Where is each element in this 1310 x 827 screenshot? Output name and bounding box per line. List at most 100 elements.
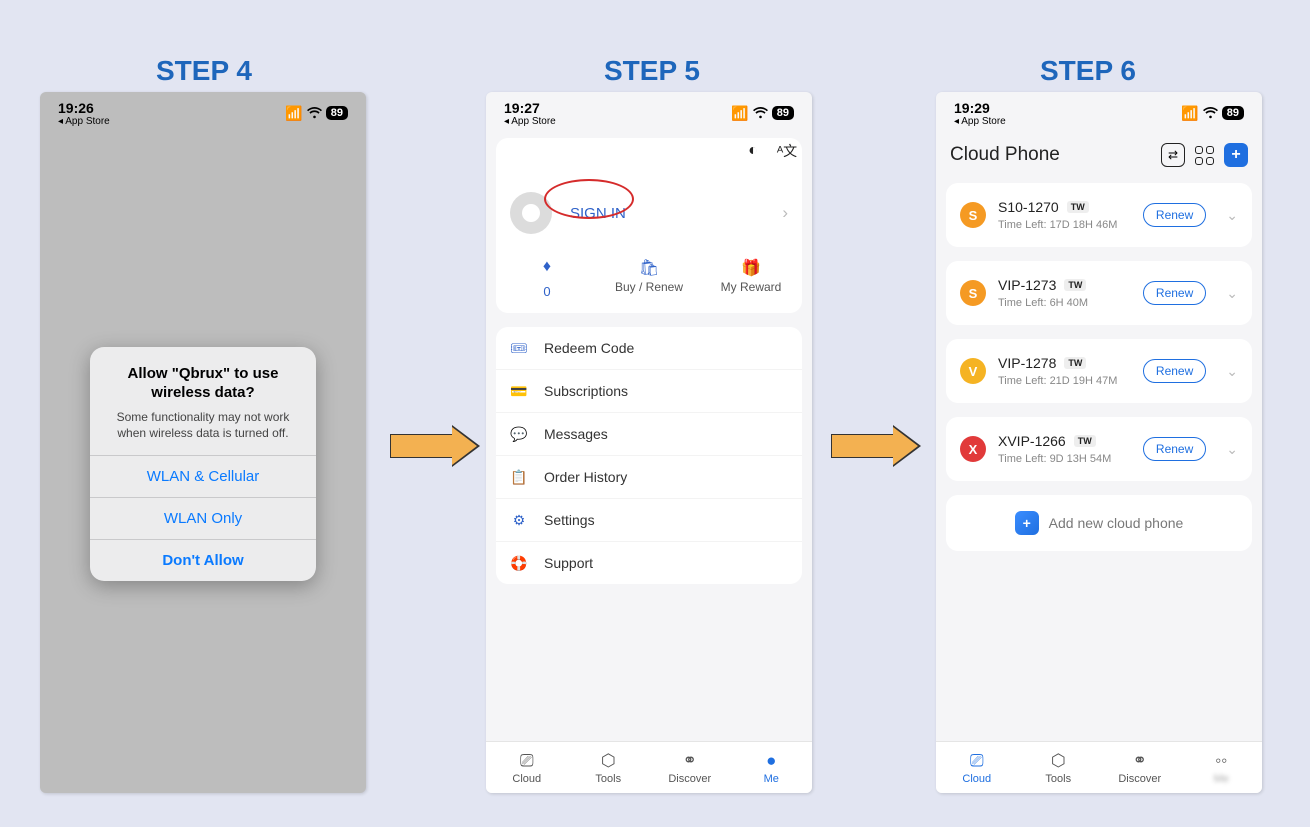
step4-title: STEP 4 xyxy=(156,55,252,87)
status-time: 19:27 xyxy=(504,100,556,116)
doc-icon: 📋 xyxy=(510,468,528,486)
arrow-step5-to-6 xyxy=(831,425,925,467)
cell-signal-icon: 📶 xyxy=(1181,105,1198,122)
renew-button[interactable]: Renew xyxy=(1143,281,1206,305)
add-cloud-phone[interactable]: + Add new cloud phone xyxy=(946,495,1252,551)
menu-support[interactable]: 🛟Support xyxy=(496,541,802,584)
option-wlan-only[interactable]: WLAN Only xyxy=(90,497,316,539)
tools-icon: ⬡ xyxy=(601,751,616,771)
bottom-tabs: ⎚Cloud ⬡Tools ⚭Discover ●Me xyxy=(486,741,812,793)
tools-icon: ⬡ xyxy=(1051,751,1066,771)
chevron-down-icon[interactable]: ⌄ xyxy=(1226,363,1238,380)
tab-me[interactable]: ●Me xyxy=(731,742,813,793)
discover-icon: ⚭ xyxy=(683,751,697,771)
chevron-down-icon[interactable]: ⌄ xyxy=(1226,441,1238,458)
status-time: 19:29 xyxy=(954,100,1006,116)
wifi-icon xyxy=(307,107,322,119)
tab-discover[interactable]: ⚭Discover xyxy=(1099,742,1181,793)
back-to-appstore[interactable]: ◂ App Store xyxy=(504,116,556,127)
chevron-down-icon[interactable]: ⌄ xyxy=(1226,285,1238,302)
plan-s-icon: S xyxy=(960,280,986,306)
tab-me[interactable]: ◦◦Me xyxy=(1181,742,1263,793)
support-icon: 🛟 xyxy=(510,554,528,572)
renew-button[interactable]: Renew xyxy=(1143,359,1206,383)
chat-icon: 💬 xyxy=(510,425,528,443)
arrow-step4-to-5 xyxy=(390,425,484,467)
time-left: Time Left: 21D 19H 47M xyxy=(998,375,1131,387)
menu-subscriptions[interactable]: 💳Subscriptions xyxy=(496,369,802,412)
tab-cloud[interactable]: ⎚Cloud xyxy=(936,742,1018,793)
dialog-title: Allow "Qbrux" to usewireless data? xyxy=(106,365,300,403)
renew-button[interactable]: Renew xyxy=(1143,437,1206,461)
tab-tools[interactable]: ⬡Tools xyxy=(568,742,650,793)
menu-redeem-code[interactable]: 🎟Redeem Code xyxy=(496,327,802,369)
menu-order-history[interactable]: 📋Order History xyxy=(496,455,802,498)
tab-discover[interactable]: ⚭Discover xyxy=(649,742,731,793)
option-dont-allow[interactable]: Don't Allow xyxy=(90,539,316,581)
status-bar: 19:29 ◂ App Store 📶 89 xyxy=(936,92,1262,128)
chevron-right-icon[interactable]: › xyxy=(782,203,788,223)
add-label: Add new cloud phone xyxy=(1049,515,1184,531)
region-badge: TW xyxy=(1064,357,1086,369)
profile-card: SIGN IN › ♦ 0 🛍 Buy / Renew 🎁 My Reward xyxy=(496,138,802,313)
diamond-icon: ♦ xyxy=(496,258,598,280)
phone-name: VIP-1278 xyxy=(998,355,1056,371)
battery-level: 89 xyxy=(1222,106,1244,120)
back-to-appstore[interactable]: ◂ App Store xyxy=(954,116,1006,127)
me-icon: ● xyxy=(766,751,776,771)
ticket-icon: 🎟 xyxy=(510,339,528,357)
gift-icon: 🎁 xyxy=(700,258,802,280)
phone-name: XVIP-1266 xyxy=(998,433,1066,449)
status-bar: 19:26 ◂ App Store 📶 89 xyxy=(40,92,366,128)
buy-renew[interactable]: 🛍 Buy / Renew xyxy=(598,258,700,299)
time-left: Time Left: 9D 13H 54M xyxy=(998,453,1131,465)
cloud-icon: ⎚ xyxy=(970,751,984,771)
screenshot-step4: 19:26 ◂ App Store 📶 89 Allow "Qbrux" to … xyxy=(40,92,366,793)
cloud-phone-card[interactable]: X XVIP-1266 TW Time Left: 9D 13H 54M Rene… xyxy=(946,417,1252,481)
my-reward[interactable]: 🎁 My Reward xyxy=(700,258,802,299)
diamond-balance[interactable]: ♦ 0 xyxy=(496,258,598,299)
plan-v-icon: V xyxy=(960,358,986,384)
grid-view-icon[interactable] xyxy=(1195,146,1214,165)
cloud-phone-list: S S10-1270 TW Time Left: 17D 18H 46M Rene… xyxy=(936,177,1262,551)
cloud-icon: ⎚ xyxy=(520,751,534,771)
cloud-phone-card[interactable]: S VIP-1273TW Time Left: 6H 40M Renew ⌄ xyxy=(946,261,1252,325)
region-badge: TW xyxy=(1067,201,1089,213)
tab-tools[interactable]: ⬡Tools xyxy=(1018,742,1100,793)
wireless-data-dialog: Allow "Qbrux" to usewireless data? Some … xyxy=(90,347,316,581)
region-badge: TW xyxy=(1074,435,1096,447)
transfer-icon[interactable]: ⇄ xyxy=(1161,143,1185,167)
battery-level: 89 xyxy=(326,106,348,120)
wifi-icon xyxy=(1203,107,1218,119)
status-bar: 19:27 ◂ App Store 📶 89 xyxy=(486,92,812,128)
status-time: 19:26 xyxy=(58,100,110,116)
card-icon: 💳 xyxy=(510,382,528,400)
region-badge: TW xyxy=(1064,279,1086,291)
menu-settings[interactable]: ⚙Settings xyxy=(496,498,802,541)
back-to-appstore[interactable]: ◂ App Store xyxy=(58,116,110,127)
time-left: Time Left: 17D 18H 46M xyxy=(998,219,1131,231)
phone-name: S10-1270 xyxy=(998,199,1059,215)
plan-s-icon: S xyxy=(960,202,986,228)
chevron-down-icon[interactable]: ⌄ xyxy=(1226,207,1238,224)
cell-signal-icon: 📶 xyxy=(285,105,302,122)
wifi-icon xyxy=(753,107,768,119)
menu-messages[interactable]: 💬Messages xyxy=(496,412,802,455)
page-title: Cloud Phone xyxy=(950,144,1060,166)
translate-icon[interactable]: ᴬ文 xyxy=(776,140,798,162)
add-button[interactable]: + xyxy=(1224,143,1248,167)
tab-cloud[interactable]: ⎚Cloud xyxy=(486,742,568,793)
plus-icon: + xyxy=(1015,511,1039,535)
battery-level: 89 xyxy=(772,106,794,120)
me-icon: ◦◦ xyxy=(1215,751,1227,771)
discover-icon: ⚭ xyxy=(1133,751,1147,771)
bottom-tabs: ⎚Cloud ⬡Tools ⚭Discover ◦◦Me xyxy=(936,741,1262,793)
option-wlan-cellular[interactable]: WLAN & Cellular xyxy=(90,455,316,497)
renew-button[interactable]: Renew xyxy=(1143,203,1206,227)
theme-icon[interactable]: ◐ xyxy=(742,140,764,162)
cloud-phone-card[interactable]: S S10-1270 TW Time Left: 17D 18H 46M Rene… xyxy=(946,183,1252,247)
cloud-phone-card[interactable]: V VIP-1278 TW Time Left: 21D 19H 47M Rene… xyxy=(946,339,1252,403)
time-left: Time Left: 6H 40M xyxy=(998,297,1131,309)
plan-x-icon: X xyxy=(960,436,986,462)
dialog-subtitle: Some functionality may not work when wir… xyxy=(106,409,300,441)
